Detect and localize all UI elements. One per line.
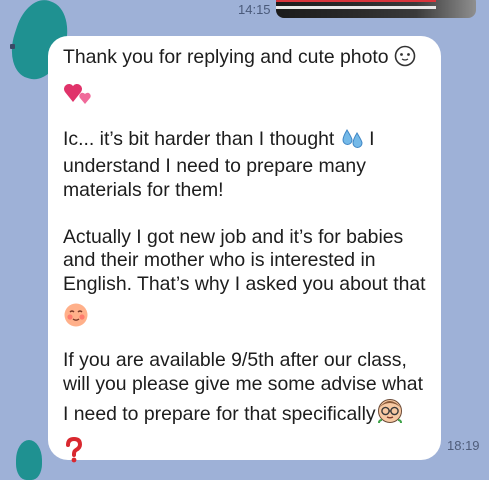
message-line: will you please give me some advise what: [63, 372, 423, 395]
message-line-text: Thank you for replying and cute photo: [63, 46, 389, 68]
message-line: English. That’s why I asked you about th…: [63, 272, 426, 295]
two-hearts-icon: [63, 80, 435, 104]
message-line-text: I: [369, 127, 375, 150]
message-line: materials for them!: [63, 178, 224, 201]
message-line: Thank you for replying and cute photo: [63, 45, 435, 74]
avatar-partial-bottom[interactable]: [16, 440, 42, 480]
red-question-mark-icon: [63, 436, 435, 462]
thumbnail-stripe: [276, 6, 436, 9]
timestamp-top: 14:15: [238, 2, 271, 17]
message-text: Thank you for replying and cute photo Ic…: [63, 45, 435, 462]
photo-thumbnail[interactable]: [276, 0, 476, 18]
face-without-mouth-icon: [394, 45, 416, 74]
message-line: Ic... it’s bit harder than I thought I: [63, 127, 435, 156]
sender-marker: [10, 44, 15, 49]
face-with-glasses-icon: [376, 396, 404, 431]
message-line: and their mother who is interested in: [63, 249, 376, 271]
message-line: Actually I got new job and it’s for babi…: [63, 225, 404, 248]
message-line-text: Ic... it’s bit harder than I thought: [63, 127, 335, 150]
message-line-text: I need to prepare for that specifically: [63, 403, 376, 425]
message-line: understand I need to prepare many: [63, 155, 366, 177]
message-line: I need to prepare for that specifically: [63, 396, 435, 431]
message-line: If you are available 9/5th after our cla…: [63, 349, 407, 371]
thumbnail-stripe: [276, 0, 436, 2]
sweat-droplets-icon: [340, 127, 364, 156]
message-timestamp: 18:19: [447, 438, 480, 453]
smiling-blush-face-icon: [63, 302, 435, 327]
